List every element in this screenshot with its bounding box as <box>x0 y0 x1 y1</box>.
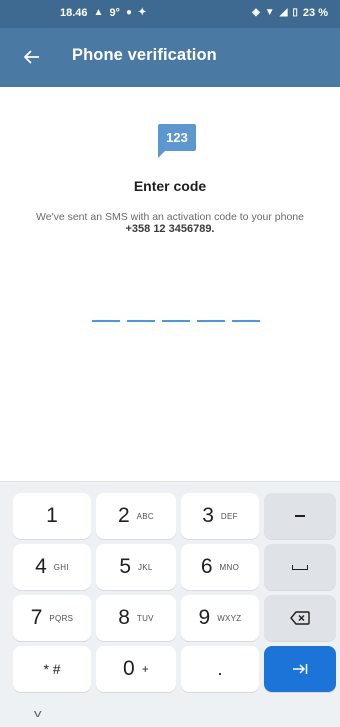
navigation-icon: ▲ <box>93 7 104 18</box>
phone-number: +358 12 3456789. <box>125 223 215 235</box>
key-8-digit: 8 <box>118 606 130 629</box>
code-slot-4[interactable] <box>197 320 225 322</box>
key-3-letters: DEF <box>220 511 238 521</box>
status-time: 18.46 <box>60 7 88 19</box>
next-key[interactable] <box>264 646 336 692</box>
key-7-digit: 7 <box>30 606 43 629</box>
sms-code-icon-label: 123 <box>166 130 188 145</box>
enter-code-heading: Enter code <box>133 178 207 194</box>
backspace-key[interactable] <box>264 595 336 641</box>
code-slot-2[interactable] <box>127 320 155 322</box>
space-key[interactable] <box>264 544 336 590</box>
space-icon <box>292 564 308 570</box>
minus-key[interactable] <box>264 493 336 539</box>
status-bar: 18.46 ▲ 9° ● ✦ ◈ ▼ ◢ ▯ 23 % <box>0 0 340 28</box>
status-right: ◈ ▼ ◢ ▯ 23 % <box>252 7 328 19</box>
key-2-letters: ABC <box>136 511 155 521</box>
key-2-digit: 2 <box>117 504 130 527</box>
numeric-keyboard: 1 2 ABC 3 DEF 4 GHI 5 JKL 6 MNO 7 PQRS 8… <box>0 481 340 727</box>
key-7[interactable]: 7 PQRS <box>13 595 91 641</box>
key-3-digit: 3 <box>202 504 214 527</box>
app-bar: Phone verification <box>0 28 340 87</box>
sms-code-icon-tail <box>158 150 166 158</box>
status-left: 18.46 ▲ 9° ● ✦ <box>60 7 146 19</box>
star-hash-key[interactable]: * # <box>13 646 91 692</box>
backspace-icon <box>290 611 310 625</box>
star-hash-label: * # <box>43 661 61 677</box>
signal-icon: ◢ <box>279 7 288 18</box>
key-5-letters: JKL <box>138 562 153 572</box>
key-4-digit: 4 <box>35 555 47 578</box>
key-9-digit: 9 <box>198 606 211 629</box>
key-6[interactable]: 6 MNO <box>181 544 259 590</box>
key-5-digit: 5 <box>119 555 131 578</box>
messenger-icon: ● <box>125 7 133 18</box>
app-icon: ✦ <box>138 7 147 18</box>
sms-code-icon: 123 <box>158 124 196 151</box>
key-0-digit: 0 <box>123 657 135 680</box>
dot-label: . <box>217 658 223 679</box>
page-title: Phone verification <box>72 46 217 64</box>
status-temperature: 9° <box>109 7 120 19</box>
key-6-letters: MNO <box>219 562 240 572</box>
sms-message: We've sent an SMS with an activation cod… <box>36 211 304 223</box>
back-arrow-svg <box>24 50 39 64</box>
code-input[interactable] <box>92 320 260 322</box>
verification-content: 123 Enter code We've sent an SMS with an… <box>0 87 340 481</box>
key-8[interactable]: 8 TUV <box>96 595 176 641</box>
code-slot-1[interactable] <box>92 320 120 322</box>
wifi-icon: ▼ <box>264 7 275 18</box>
battery-icon: ▯ <box>292 7 298 18</box>
key-4[interactable]: 4 GHI <box>13 544 91 590</box>
key-1[interactable]: 1 <box>13 493 91 539</box>
key-9[interactable]: 9 WXYZ <box>181 595 259 641</box>
key-5[interactable]: 5 JKL <box>96 544 176 590</box>
key-4-letters: GHI <box>53 562 69 572</box>
key-0-plus: + <box>141 662 149 676</box>
battery-percent: 23 % <box>302 7 328 19</box>
key-2[interactable]: 2 ABC <box>96 493 176 539</box>
key-7-letters: PQRS <box>49 613 74 623</box>
key-6-digit: 6 <box>200 555 213 578</box>
key-1-digit: 1 <box>46 504 58 527</box>
key-9-letters: WXYZ <box>217 613 242 623</box>
vibrate-icon: ◈ <box>252 7 260 18</box>
key-3[interactable]: 3 DEF <box>181 493 259 539</box>
key-0[interactable]: 0 + <box>96 646 176 692</box>
code-slot-5[interactable] <box>232 320 260 322</box>
minus-icon <box>295 515 305 517</box>
chevron-down-icon[interactable]: v <box>34 708 42 720</box>
dot-key[interactable]: . <box>181 646 259 692</box>
back-arrow-icon[interactable] <box>18 43 46 71</box>
key-8-letters: TUV <box>136 613 154 623</box>
code-slot-3[interactable] <box>162 320 190 322</box>
next-arrow-icon <box>293 664 308 674</box>
